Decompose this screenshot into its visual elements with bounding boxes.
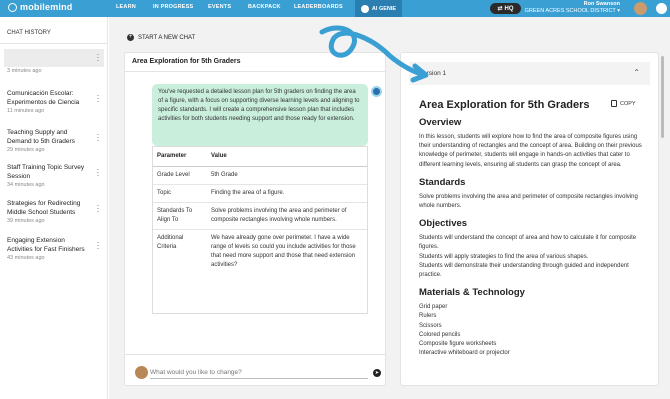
copy-icon: [611, 100, 617, 107]
more-icon[interactable]: · · ·: [96, 202, 100, 216]
section-heading: Overview: [419, 117, 462, 128]
lesson-document-panel: Version 1 ⌃ Area Exploration for 5th Gra…: [400, 52, 659, 386]
more-icon[interactable]: · · ·: [96, 239, 100, 253]
user-info[interactable]: Ron Swanson GREEN ACRES SCHOOL DISTRICT …: [525, 1, 620, 15]
version-selector[interactable]: Version 1 ⌃: [409, 62, 650, 85]
materials-list: Grid paper Rulers Scissors Colored penci…: [419, 303, 649, 358]
divider: [0, 43, 108, 44]
history-item-title: [7, 49, 89, 58]
table-cell: 5th Grade: [207, 166, 367, 185]
table-row: Topic Finding the area of a figure.: [153, 184, 367, 203]
chat-input[interactable]: [150, 367, 368, 379]
section-heading: Objectives: [419, 218, 468, 230]
send-icon[interactable]: ➤: [373, 369, 381, 377]
history-item[interactable]: Comunicación Escolar: Experimentos de Ci…: [4, 90, 104, 114]
table-row: Additional Criteria We have already gone…: [153, 230, 367, 275]
list-item: Interactive whiteboard or projector: [419, 350, 510, 357]
nav-events[interactable]: EVENTS: [208, 4, 231, 10]
list-item: Composite figure worksheets: [419, 341, 497, 348]
table-header: Parameter: [153, 147, 207, 167]
list-item: Grid paper: [419, 304, 448, 311]
history-item-time: 39 minutes ago: [7, 218, 45, 224]
history-item[interactable]: Teaching Supply and Demand to 5th Grader…: [4, 129, 104, 153]
history-item[interactable]: · · ·: [4, 49, 104, 67]
nav-in-progress[interactable]: IN PROGRESS: [153, 4, 193, 10]
chat-title: Area Exploration for 5th Graders: [132, 58, 241, 65]
history-item-title: Teaching Supply and Demand to 5th Grader…: [7, 129, 75, 145]
swirl-arrow-annotation: [319, 25, 429, 83]
notification-icon[interactable]: [656, 3, 667, 14]
list-item: Colored pencils: [419, 331, 461, 338]
swap-icon: ⇄: [497, 6, 503, 12]
chevron-up-icon[interactable]: ⌃: [633, 68, 640, 77]
table-row: Grade Level 5th Grade: [153, 166, 367, 185]
section-text: In this lesson, students will explore ho…: [419, 134, 642, 168]
nav-backpack[interactable]: BACKPACK: [248, 4, 281, 10]
table-cell: Finding the area of a figure.: [207, 184, 367, 203]
history-item[interactable]: Strategies for Redirecting Middle School…: [4, 200, 104, 224]
table-cell: Additional Criteria: [157, 235, 184, 250]
list-item: Rulers: [419, 313, 437, 320]
divider: [125, 354, 385, 355]
nav-ai-genie[interactable]: AI GENIE: [355, 0, 402, 17]
chat-panel: Area Exploration for 5th Graders You've …: [124, 52, 386, 386]
user-name: Ron Swanson: [583, 1, 620, 7]
chat-history-sidebar: CHAT HISTORY · · · 3 minutes ago Comunicac…: [0, 17, 108, 399]
history-item[interactable]: Engaging Extension Activities for Fast F…: [4, 237, 104, 261]
list-item: Students will demonstrate their understa…: [419, 262, 629, 279]
table-cell: Standards To Align To: [153, 202, 207, 230]
history-item-time: 29 minutes ago: [7, 147, 45, 153]
genie-icon: [360, 4, 369, 13]
scrollbar[interactable]: [660, 52, 665, 386]
table-row: Standards To Align To Solve problems inv…: [153, 202, 367, 230]
history-item-title: Strategies for Redirecting Middle School…: [7, 200, 81, 216]
history-item-title: Staff Training Topic Survey Session: [7, 164, 85, 180]
logo[interactable]: mobilemind: [8, 2, 73, 12]
table-cell: We have already gone over perimeter. I h…: [211, 235, 356, 268]
plus-icon: +: [127, 34, 134, 41]
history-item[interactable]: Staff Training Topic Survey Session 34 m…: [4, 164, 104, 188]
avatar[interactable]: [634, 2, 647, 15]
document-body: Area Exploration for 5th Graders Overvie…: [419, 99, 649, 358]
parameter-table: Parameter Value Grade Level 5th Grade To…: [152, 146, 368, 314]
history-item-title: Engaging Extension Activities for Fast F…: [7, 237, 85, 253]
top-navbar: mobilemind LEARN IN PROGRESS EVENTS BACK…: [0, 0, 670, 17]
sidebar-title: CHAT HISTORY: [7, 30, 51, 36]
list-item: Students will understand the concept of …: [419, 235, 637, 251]
new-chat-button[interactable]: + START A NEW CHAT: [127, 34, 195, 41]
table-header: Value: [207, 147, 367, 167]
section-heading: Standards: [419, 176, 466, 188]
logo-icon: [8, 2, 17, 12]
scrollbar-thumb[interactable]: [661, 56, 664, 138]
history-item-time: 11 minutes ago: [7, 108, 45, 114]
user-district: GREEN ACRES SCHOOL DISTRICT ▾: [524, 8, 620, 14]
table-cell: Solve problems involving the area and pe…: [207, 202, 367, 230]
more-icon[interactable]: · · ·: [96, 51, 100, 65]
objectives-list: Students will understand the concept of …: [419, 234, 649, 280]
table-cell: Topic: [153, 184, 207, 203]
section-heading: Materials & Technology: [419, 287, 525, 299]
user-avatar: [135, 366, 148, 379]
section-text: Solve problems involving the area and pe…: [419, 193, 638, 210]
history-item-title: Comunicación Escolar: Experimentos de Ci…: [7, 90, 80, 106]
list-item: Scissors: [419, 322, 442, 329]
nav-learn[interactable]: LEARN: [116, 4, 136, 10]
more-icon[interactable]: · · ·: [96, 166, 100, 180]
nav-leaderboards[interactable]: LEADERBOARDS: [294, 4, 343, 10]
more-icon[interactable]: · · ·: [96, 131, 100, 145]
table-cell: Grade Level: [153, 166, 207, 185]
history-item[interactable]: 3 minutes ago: [4, 68, 104, 74]
list-item: Students will apply strategies to find t…: [419, 253, 589, 260]
history-item-time: 3 minutes ago: [7, 68, 42, 74]
copy-button[interactable]: COPY: [611, 100, 636, 107]
history-item-time: 43 minutes ago: [7, 255, 45, 261]
history-item-time: 34 minutes ago: [7, 182, 45, 188]
hq-button[interactable]: ⇄ HQ: [490, 3, 521, 14]
more-icon[interactable]: · · ·: [96, 92, 100, 106]
